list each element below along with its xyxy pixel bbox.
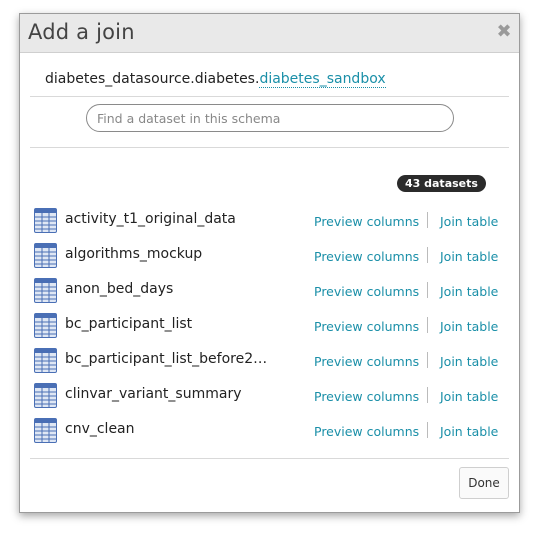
schema-path: diabetes_datasource.diabetes.diabetes_sa… — [45, 71, 386, 88]
dataset-name: algorithms_mockup — [65, 246, 203, 262]
dataset-name: bc_participant_list — [65, 316, 193, 332]
preview-columns-link[interactable]: Preview columns — [314, 389, 419, 404]
schema-link[interactable]: diabetes_sandbox — [259, 71, 386, 88]
link-separator — [427, 422, 428, 438]
dialog-titlebar: Add a join ✖ — [20, 14, 519, 53]
dataset-name: anon_bed_days — [65, 281, 174, 297]
list-item: anon_bed_days Preview columns Join table — [34, 274, 510, 309]
dataset-search-input[interactable] — [86, 104, 454, 132]
divider — [30, 147, 509, 148]
table-icon — [34, 208, 57, 233]
close-icon[interactable]: ✖ — [495, 23, 513, 41]
preview-columns-link[interactable]: Preview columns — [314, 284, 419, 299]
preview-columns-link[interactable]: Preview columns — [314, 214, 419, 229]
list-item: bc_participant_list Preview columns Join… — [34, 309, 510, 344]
dataset-name: activity_t1_original_data — [65, 211, 236, 227]
divider — [30, 96, 509, 97]
dataset-count-badge: 43 datasets — [397, 175, 486, 192]
done-button[interactable]: Done — [459, 467, 509, 499]
table-icon — [34, 243, 57, 268]
dataset-name: bc_participant_list_before2… — [65, 351, 268, 367]
dataset-name: clinvar_variant_summary — [65, 386, 242, 402]
join-table-link[interactable]: Join table — [440, 389, 498, 404]
join-table-link[interactable]: Join table — [440, 249, 498, 264]
link-separator — [427, 317, 428, 333]
join-table-link[interactable]: Join table — [440, 284, 498, 299]
list-item: cnv_clean Preview columns Join table — [34, 414, 510, 449]
link-separator — [427, 387, 428, 403]
dataset-name: cnv_clean — [65, 421, 135, 437]
list-item: clinvar_variant_summary Preview columns … — [34, 379, 510, 414]
preview-columns-link[interactable]: Preview columns — [314, 249, 419, 264]
link-separator — [427, 247, 428, 263]
list-item: bc_participant_list_before2… Preview col… — [34, 344, 510, 379]
list-item: activity_t1_original_data Preview column… — [34, 204, 510, 239]
link-separator — [427, 352, 428, 368]
preview-columns-link[interactable]: Preview columns — [314, 354, 419, 369]
dialog-title: Add a join — [28, 20, 135, 44]
add-join-dialog: Add a join ✖ diabetes_datasource.diabete… — [19, 13, 520, 513]
preview-columns-link[interactable]: Preview columns — [314, 319, 419, 334]
table-icon — [34, 278, 57, 303]
table-icon — [34, 383, 57, 408]
table-icon — [34, 313, 57, 338]
join-table-link[interactable]: Join table — [440, 354, 498, 369]
join-table-link[interactable]: Join table — [440, 319, 498, 334]
dataset-list: activity_t1_original_data Preview column… — [34, 204, 510, 449]
divider — [30, 458, 509, 459]
link-separator — [427, 282, 428, 298]
list-item: algorithms_mockup Preview columns Join t… — [34, 239, 510, 274]
join-table-link[interactable]: Join table — [440, 214, 498, 229]
join-table-link[interactable]: Join table — [440, 424, 498, 439]
table-icon — [34, 348, 57, 373]
schema-prefix: diabetes_datasource.diabetes. — [45, 71, 260, 87]
preview-columns-link[interactable]: Preview columns — [314, 424, 419, 439]
table-icon — [34, 418, 57, 443]
link-separator — [427, 212, 428, 228]
